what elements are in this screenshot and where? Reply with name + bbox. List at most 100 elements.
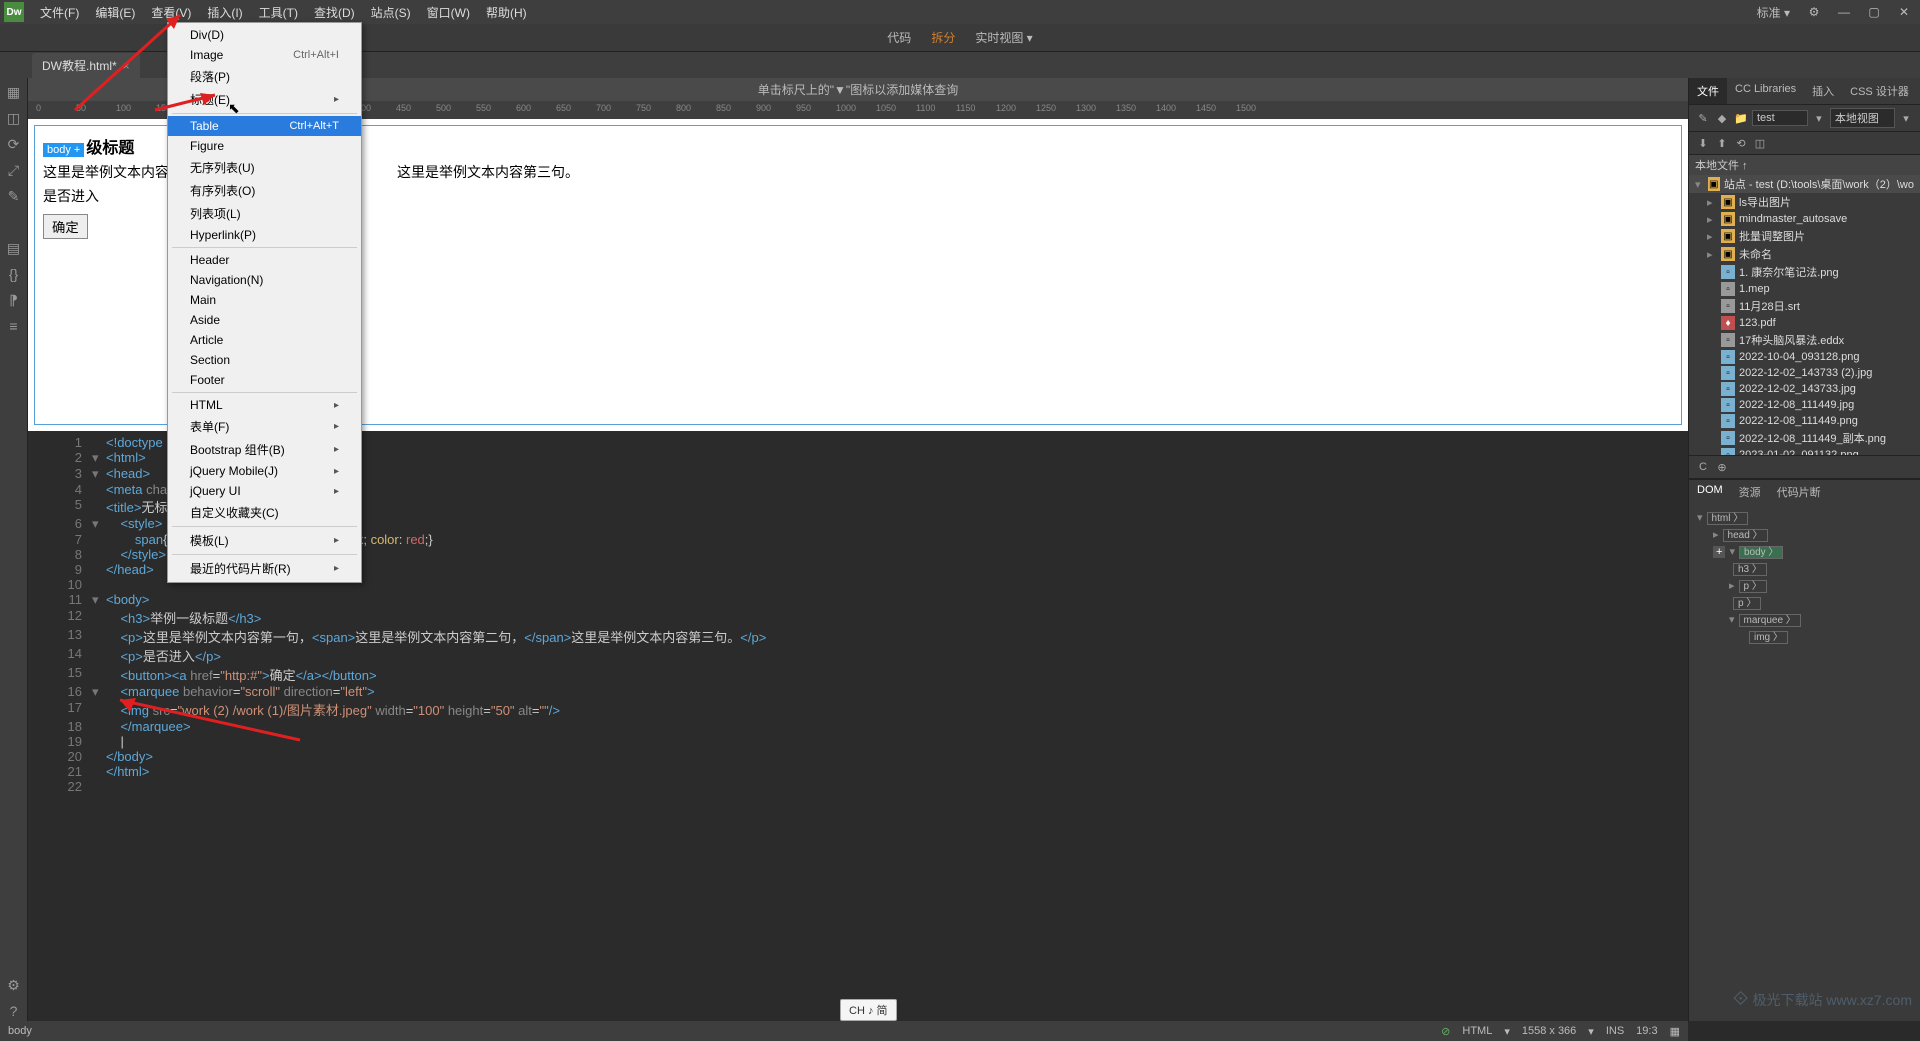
menu-item-u[interactable]: 无序列表(U) — [168, 156, 361, 179]
sync-icon[interactable]: ⟲ — [1733, 135, 1749, 151]
right-tab-1[interactable]: CC Libraries — [1727, 78, 1804, 104]
file-item[interactable]: ▸▣ls导出图片 — [1689, 193, 1920, 211]
file-item[interactable]: ▸▣未命名 — [1689, 245, 1920, 263]
body-tag-badge[interactable]: body + — [43, 143, 84, 157]
doctype-indicator[interactable]: HTML — [1462, 1025, 1492, 1037]
put-files-icon[interactable]: ⬆ — [1714, 135, 1730, 151]
tool-help-icon[interactable]: ? — [4, 1001, 24, 1021]
file-item[interactable]: ▫17种头脑风暴法.eddx — [1689, 331, 1920, 349]
menu-item-footer[interactable]: Footer — [168, 370, 361, 390]
dom-node-head[interactable]: ▸head 〉 — [1693, 525, 1916, 542]
dom-node-body[interactable]: +▾body 〉 — [1693, 542, 1916, 559]
expand-panel-icon[interactable]: ◫ — [1752, 135, 1768, 151]
dom-node-marquee[interactable]: ▾marquee 〉 — [1693, 610, 1916, 627]
dom-node-p[interactable]: p 〉 — [1693, 593, 1916, 610]
local-files-header[interactable]: 本地文件 ↑ — [1689, 155, 1920, 175]
menu-item-figure[interactable]: Figure — [168, 136, 361, 156]
code-line[interactable]: 15 <button><a href="http:#">确定</a></butt… — [28, 665, 1688, 684]
dom-tab-1[interactable]: 资源 — [1731, 480, 1769, 504]
view-live[interactable]: 实时视图 ▾ — [975, 29, 1032, 46]
dom-node-html[interactable]: ▾html 〉 — [1693, 508, 1916, 525]
folder-icon[interactable]: 📁 — [1733, 110, 1749, 126]
file-item[interactable]: ▫2022-12-02_143733 (2).jpg — [1689, 365, 1920, 381]
minimize-icon[interactable]: — — [1832, 3, 1856, 21]
status-ok-icon[interactable]: ⊘ — [1441, 1025, 1450, 1038]
menu-item-l[interactable]: 列表项(L) — [168, 202, 361, 225]
tool-collapse-icon[interactable]: ≡ — [4, 316, 24, 336]
file-tree[interactable]: ▾▣ 站点 - test (D:\tools\桌面\work（2）\work (… — [1689, 175, 1920, 455]
link-icon[interactable]: ⊕ — [1714, 459, 1730, 475]
menu-insert[interactable]: 插入(I) — [199, 0, 250, 25]
tag-path[interactable]: body — [8, 1025, 32, 1037]
menu-item-l[interactable]: 模板(L) — [168, 529, 361, 552]
tool-pref-icon[interactable]: ⚙ — [4, 975, 24, 995]
menu-tools[interactable]: 工具(T) — [251, 0, 306, 25]
menu-window[interactable]: 窗口(W) — [419, 0, 478, 25]
add-node-icon[interactable]: + — [1713, 546, 1725, 558]
dom-tree[interactable]: ▾html 〉▸head 〉+▾body 〉h3 〉▸p 〉p 〉▾marque… — [1689, 504, 1920, 648]
tool-live-icon[interactable]: ⟳ — [4, 134, 24, 154]
file-item[interactable]: ▫2023-01-02_091132.png — [1689, 447, 1920, 455]
code-line[interactable]: 20</body> — [28, 749, 1688, 764]
file-item[interactable]: ♦123.pdf — [1689, 315, 1920, 331]
define-sites-icon[interactable]: ✎ — [1695, 110, 1711, 126]
tool-expand-icon[interactable]: ⤢ — [4, 160, 24, 180]
menu-find[interactable]: 查找(D) — [306, 0, 363, 25]
menu-item-jquerymobilej[interactable]: jQuery Mobile(J) — [168, 461, 361, 481]
tool-wand-icon[interactable]: ✎ — [4, 186, 24, 206]
get-files-icon[interactable]: ⬇ — [1695, 135, 1711, 151]
connect-icon[interactable]: ◆ — [1714, 110, 1730, 126]
menu-item-article[interactable]: Article — [168, 330, 361, 350]
menu-item-o[interactable]: 有序列表(O) — [168, 179, 361, 202]
tool-format-icon[interactable]: {} — [4, 264, 24, 284]
refresh-files-icon[interactable]: C — [1695, 459, 1711, 475]
code-line[interactable]: 13 <p>这里是举例文本内容第一句，<span>这里是举例文本内容第二句，</… — [28, 627, 1688, 646]
menu-item-hyperlinkp[interactable]: Hyperlink(P) — [168, 225, 361, 245]
dom-node-h3[interactable]: h3 〉 — [1693, 559, 1916, 576]
tool-codeview-icon[interactable]: ▤ — [4, 238, 24, 258]
menu-item-c[interactable]: 自定义收藏夹(C) — [168, 501, 361, 524]
view-select[interactable]: 本地视图 — [1830, 108, 1895, 128]
file-item[interactable]: ▫2022-12-08_111449_副本.png — [1689, 429, 1920, 447]
dom-node-p[interactable]: ▸p 〉 — [1693, 576, 1916, 593]
site-dropdown-icon[interactable]: ▾ — [1811, 110, 1827, 126]
menu-item-main[interactable]: Main — [168, 290, 361, 310]
confirm-button[interactable]: 确定 — [43, 214, 88, 239]
file-item[interactable]: ▸▣mindmaster_autosave — [1689, 211, 1920, 227]
right-tab-2[interactable]: 插入 — [1804, 78, 1842, 104]
overflow-icon[interactable]: ▦ — [1670, 1025, 1680, 1038]
right-tab-3[interactable]: CSS 设计器 — [1842, 78, 1917, 104]
insert-mode[interactable]: INS — [1606, 1025, 1624, 1037]
code-line[interactable]: 12 <h3>举例一级标题</h3> — [28, 608, 1688, 627]
menu-item-header[interactable]: Header — [168, 250, 361, 270]
file-item[interactable]: ▫1.mep — [1689, 281, 1920, 297]
maximize-icon[interactable]: ▢ — [1862, 3, 1886, 21]
menu-item-r[interactable]: 最近的代码片断(R) — [168, 557, 361, 580]
code-line[interactable]: 11▾<body> — [28, 592, 1688, 608]
file-item[interactable]: ▫2022-12-08_111449.png — [1689, 413, 1920, 429]
code-line[interactable]: 21</html> — [28, 764, 1688, 779]
menu-item-aside[interactable]: Aside — [168, 310, 361, 330]
menu-help[interactable]: 帮助(H) — [478, 0, 535, 25]
menu-item-html[interactable]: HTML — [168, 395, 361, 415]
site-select[interactable]: test — [1752, 110, 1808, 126]
dom-tab-2[interactable]: 代码片断 — [1769, 480, 1829, 504]
tool-file-manage-icon[interactable]: ▦ — [4, 82, 24, 102]
site-root[interactable]: ▾▣ 站点 - test (D:\tools\桌面\work（2）\work (… — [1689, 175, 1920, 193]
code-line[interactable]: 22 — [28, 779, 1688, 794]
menu-item-navigationn[interactable]: Navigation(N) — [168, 270, 361, 290]
menu-item-bootstrapb[interactable]: Bootstrap 组件(B) — [168, 438, 361, 461]
view-split[interactable]: 拆分 — [931, 29, 955, 46]
file-item[interactable]: ▫11月28日.srt — [1689, 297, 1920, 315]
sync-settings-icon[interactable]: ⚙ — [1802, 3, 1826, 21]
file-item[interactable]: ▫2022-12-02_143733.jpg — [1689, 381, 1920, 397]
file-item[interactable]: ▫2022-12-08_111449.jpg — [1689, 397, 1920, 413]
menu-item-table[interactable]: TableCtrl+Alt+T — [168, 116, 361, 136]
menu-item-section[interactable]: Section — [168, 350, 361, 370]
menu-item-jqueryui[interactable]: jQuery UI — [168, 481, 361, 501]
close-window-icon[interactable]: ✕ — [1892, 3, 1916, 21]
menu-site[interactable]: 站点(S) — [363, 0, 419, 25]
file-item[interactable]: ▸▣批量调整图片 — [1689, 227, 1920, 245]
file-item[interactable]: ▫2022-10-04_093128.png — [1689, 349, 1920, 365]
menu-item-f[interactable]: 表单(F) — [168, 415, 361, 438]
